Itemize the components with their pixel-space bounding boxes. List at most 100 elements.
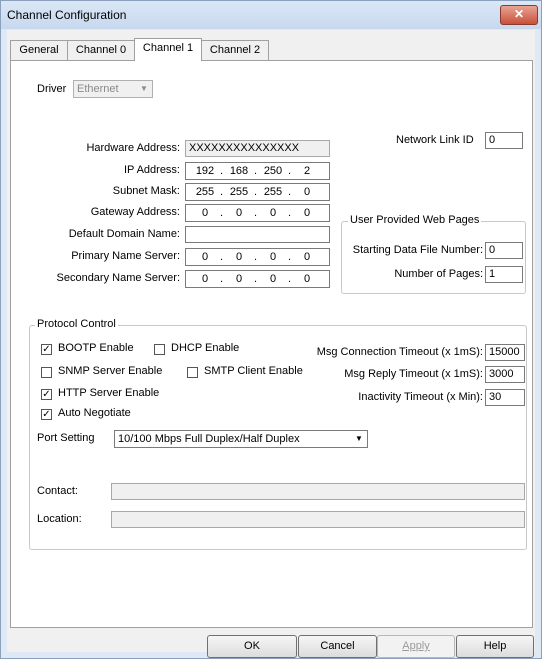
dns2-octet: 0 [235,273,243,285]
smtp-checkbox[interactable] [187,367,198,378]
octet-dot: . [288,273,292,285]
octet-dot: . [220,165,224,177]
octet-dot: . [254,186,258,198]
tab-channel-1[interactable]: Channel 1 [134,38,202,61]
protocol-control-group-title: Protocol Control [35,318,118,330]
dns1-octet: 0 [235,251,243,263]
tab-general[interactable]: General [10,40,68,60]
primary-name-server-input[interactable]: 0. 0. 0. 0 [185,248,330,266]
secondary-name-server-input[interactable]: 0. 0. 0. 0 [185,270,330,288]
ip-octet: 192 [195,165,215,177]
default-domain-name-label: Default Domain Name: [68,228,180,240]
msg-reply-timeout-input[interactable]: 3000 [485,366,525,383]
port-setting-select[interactable]: 10/100 Mbps Full Duplex/Half Duplex ▼ [114,430,368,448]
number-of-pages-label: Number of Pages: [394,268,483,280]
ip-address-label: IP Address: [123,164,180,176]
dhcp-label: DHCP Enable [171,342,240,354]
bootp-label: BOOTP Enable [58,342,134,354]
dns2-octet: 0 [303,273,311,285]
help-button[interactable]: Help [456,635,534,658]
number-of-pages-input[interactable]: 1 [485,266,523,283]
inactivity-timeout-input[interactable]: 30 [485,389,525,406]
dns1-octet: 0 [269,251,277,263]
chevron-down-icon: ▼ [140,84,148,93]
port-setting-label: Port Setting [37,432,95,444]
octet-dot: . [220,186,224,198]
subnet-octet: 255 [229,186,249,198]
snmp-label: SNMP Server Enable [58,365,163,377]
octet-dot: . [254,273,258,285]
gateway-octet: 0 [269,207,277,219]
octet-dot: . [220,273,224,285]
dns2-octet: 0 [201,273,209,285]
default-domain-name-input[interactable] [185,226,330,243]
cancel-button[interactable]: Cancel [298,635,377,658]
octet-dot: . [220,251,224,263]
starting-data-file-label: Starting Data File Number: [352,244,483,256]
channel-1-panel: Driver Ethernet ▼ Network Link ID 0 Hard… [10,60,533,628]
dialog-client-area: General Channel 0 Channel 1 Channel 2 Dr… [7,30,535,658]
msg-connection-timeout-input[interactable]: 15000 [485,344,525,361]
window-title: Channel Configuration [7,8,127,22]
contact-label: Contact: [37,485,78,497]
auto-negotiate-checkbox[interactable]: ✓ [41,409,52,420]
dns1-octet: 0 [303,251,311,263]
gateway-address-input[interactable]: 0. 0. 0. 0 [185,204,330,222]
octet-dot: . [254,207,258,219]
secondary-name-server-label: Secondary Name Server: [56,272,181,284]
gateway-octet: 0 [235,207,243,219]
chevron-down-icon: ▼ [355,434,363,443]
smtp-label: SMTP Client Enable [204,365,303,377]
http-label: HTTP Server Enable [58,387,160,399]
subnet-octet: 0 [303,186,311,198]
hardware-address-field: XXXXXXXXXXXXXXX [185,140,330,157]
octet-dot: . [288,165,292,177]
octet-dot: . [254,165,258,177]
dns2-octet: 0 [269,273,277,285]
driver-value: Ethernet [77,83,119,95]
msg-reply-timeout-label: Msg Reply Timeout (x 1mS): [344,368,483,380]
web-pages-group-title: User Provided Web Pages [348,214,482,226]
msg-connection-timeout-label: Msg Connection Timeout (x 1mS): [316,346,483,358]
inactivity-timeout-label: Inactivity Timeout (x Min): [358,391,483,403]
octet-dot: . [288,251,292,263]
subnet-mask-label: Subnet Mask: [112,185,180,197]
network-link-id-label: Network Link ID [396,134,474,146]
ip-octet: 2 [303,165,311,177]
close-icon[interactable]: ✕ [500,5,538,25]
location-label: Location: [37,513,82,525]
gateway-address-label: Gateway Address: [90,206,180,218]
gateway-octet: 0 [303,207,311,219]
octet-dot: . [220,207,224,219]
tab-channel-2[interactable]: Channel 2 [201,40,269,60]
subnet-mask-input[interactable]: 255. 255. 255. 0 [185,183,330,201]
snmp-checkbox[interactable] [41,367,52,378]
starting-data-file-input[interactable]: 0 [485,242,523,259]
port-setting-value: 10/100 Mbps Full Duplex/Half Duplex [118,433,300,445]
tab-channel-0[interactable]: Channel 0 [67,40,135,60]
bootp-checkbox[interactable]: ✓ [41,344,52,355]
dns1-octet: 0 [201,251,209,263]
title-bar: Channel Configuration ✕ [1,1,541,29]
gateway-octet: 0 [201,207,209,219]
ip-address-input[interactable]: 192. 168. 250. 2 [185,162,330,180]
octet-dot: . [254,251,258,263]
network-link-id-input[interactable]: 0 [485,132,523,149]
primary-name-server-label: Primary Name Server: [71,250,180,262]
subnet-octet: 255 [263,186,283,198]
ip-octet: 250 [263,165,283,177]
octet-dot: . [288,186,292,198]
dhcp-checkbox[interactable] [154,344,165,355]
octet-dot: . [288,207,292,219]
driver-label: Driver [37,83,67,95]
location-input[interactable] [111,511,525,528]
hardware-address-label: Hardware Address: [86,142,180,154]
subnet-octet: 255 [195,186,215,198]
driver-select[interactable]: Ethernet ▼ [73,80,153,98]
http-checkbox[interactable]: ✓ [41,389,52,400]
contact-input[interactable] [111,483,525,500]
ip-octet: 168 [229,165,249,177]
apply-button[interactable]: Apply [377,635,455,658]
auto-negotiate-label: Auto Negotiate [58,407,131,419]
ok-button[interactable]: OK [207,635,297,658]
